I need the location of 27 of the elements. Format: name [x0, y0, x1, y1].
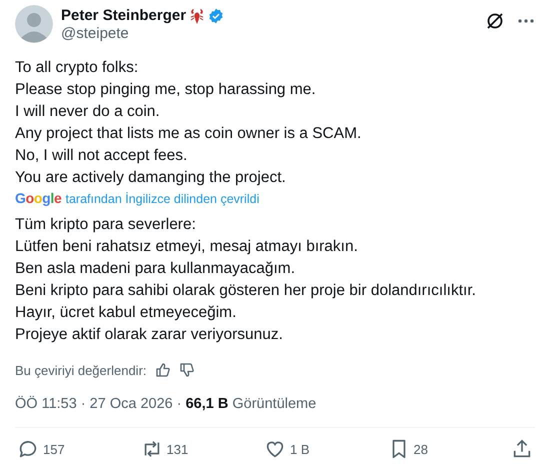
translated-text-line: Tüm kripto para severlere:	[15, 215, 197, 235]
translated-text-line: Hayır, ücret kabul etmeyeceğim.	[15, 303, 238, 323]
translated-text-line: Lütfen beni rahatsız etmeyi, mesaj atmayı bırakın.	[15, 237, 359, 257]
translated-text-line: Ben asla madeni para kullanmayacağım.	[15, 259, 296, 279]
bookmark-button[interactable]: 28	[388, 438, 498, 460]
share-icon	[511, 438, 533, 460]
author-name[interactable]: Peter Steinberger	[61, 7, 186, 24]
lobster-icon	[190, 8, 204, 24]
share-button[interactable]	[511, 438, 533, 460]
tweet-text-line: To all crypto folks:	[15, 58, 140, 78]
translated-text-line: Projeye aktif olarak zarar veriyorsunuz.	[15, 325, 284, 345]
tweet-text-line: No, I will not accept fees.	[15, 146, 188, 166]
tweet-text-line: You are actively damanging the project.	[15, 168, 287, 188]
reply-button[interactable]: 157	[17, 438, 127, 460]
timestamp-views: ÖÖ 11:53 · 27 Oca 2026 · 66,1 B Görüntüleme	[15, 396, 535, 428]
like-button[interactable]: 1 B	[264, 438, 374, 460]
repost-button[interactable]: 131	[140, 438, 250, 460]
rate-translation-label: Bu çeviriyi değerlendir:	[15, 362, 147, 378]
thumbs-down-icon[interactable]	[178, 362, 195, 378]
author-handle[interactable]: @steipete	[61, 25, 477, 42]
thumbs-up-icon[interactable]	[154, 362, 171, 378]
tweet-text-line: Any project that lists me as coin owner is a SCAM.	[15, 124, 362, 144]
tweet-text-line: Please stop pinging me, stop harassing me.	[15, 80, 317, 100]
google-logo: Google	[15, 190, 62, 206]
tweet-text-line: I will never do a coin.	[15, 102, 161, 122]
translated-text-line: Beni kripto para sahibi olarak gösteren her proje bir dolandırıcılıktır.	[15, 281, 477, 301]
speech-bubble-icon	[17, 438, 39, 460]
